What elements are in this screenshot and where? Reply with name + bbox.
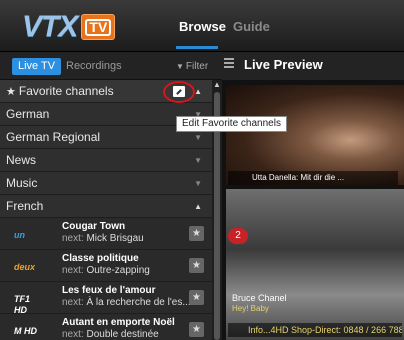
star-icon: ★ (6, 86, 16, 98)
tab-live-tv[interactable]: Live TV (12, 58, 62, 75)
filter-label: Filter (185, 61, 209, 72)
next-title: Outre-zapping (86, 265, 150, 276)
tab-guide[interactable]: Guide (233, 19, 270, 34)
star-favorite-icon[interactable]: ★ (189, 226, 204, 241)
program-title: Autant en emporte Noël (62, 317, 175, 328)
category-label: Music (6, 176, 38, 190)
star-favorite-icon[interactable]: ★ (189, 322, 204, 337)
next-title: Mick Brisgau (86, 233, 144, 244)
video-1-caption: Utta Danella: Mit dir die ... (228, 171, 398, 185)
favorites-label: Favorite channels (18, 84, 114, 98)
preview-header: Live Preview (222, 52, 404, 80)
next-program: next: Mick Brisgau (62, 233, 144, 244)
filter-button[interactable]: ▼ Filter (176, 61, 208, 72)
channel-number-badge: 2 (228, 228, 248, 244)
star-favorite-icon[interactable]: ★ (189, 290, 204, 305)
preview-title: Live Preview (244, 57, 323, 72)
category-french[interactable]: French ▲ (0, 195, 212, 218)
channel-item[interactable]: M HD Autant en emporte Noël next: Double… (0, 314, 212, 340)
next-title: Double destinée (86, 329, 159, 340)
next-prefix: next: (62, 329, 84, 340)
category-label: German Regional (6, 130, 101, 144)
star-favorite-icon[interactable]: ★ (189, 258, 204, 273)
channel-logo: TF1 HD (14, 294, 31, 315)
channel-logo: M HD (14, 326, 37, 336)
active-tab-indicator (176, 46, 218, 49)
next-prefix: next: (62, 297, 84, 308)
channel-item[interactable]: un Cougar Town next: Mick Brisgau ★ (0, 218, 212, 250)
channel-item[interactable]: TF1 HD Les feux de l'amour next: À la re… (0, 282, 212, 315)
category-label: News (6, 153, 37, 167)
channel-item[interactable]: deux Classe politique next: Outre-zappin… (0, 250, 212, 282)
tab-browse[interactable]: Browse (179, 19, 226, 34)
channel-panel: Live TV Recordings ▼ Filter ★ Favorite cha… (0, 52, 222, 340)
chevron-down-icon: ▼ (194, 179, 202, 188)
video-2-info-ticker: Info...4HD Shop-Direct: 0848 / 266 788 (228, 323, 402, 337)
preview-video-1[interactable] (226, 85, 404, 185)
favorites-row[interactable]: ★ Favorite channels ▲ (0, 80, 212, 103)
next-prefix: next: (62, 265, 84, 276)
channel-logo: deux (14, 262, 36, 272)
highlight-circle (163, 81, 195, 103)
edit-favorites-tooltip: Edit Favorite channels (176, 116, 287, 132)
tab-recordings[interactable]: Recordings (66, 60, 122, 72)
tv-badge-label: TV (85, 18, 112, 36)
logo-text: VTX (22, 10, 78, 43)
program-title: Les feux de l'amour (62, 285, 156, 296)
video-2-title: Bruce Chanel (232, 293, 287, 303)
next-program: next: Double destinée (62, 329, 159, 340)
video-2-subtitle: Hey! Baby (232, 304, 269, 313)
chevron-down-icon: ▼ (194, 156, 202, 165)
category-news[interactable]: News ▼ (0, 149, 212, 172)
filter-icon: ▼ (176, 62, 184, 71)
next-program: next: Outre-zapping (62, 265, 150, 276)
next-prefix: next: (62, 233, 84, 244)
scroll-up-icon[interactable]: ▲ (213, 80, 221, 89)
preview-video-2[interactable] (226, 189, 404, 340)
top-bar: VTX TV Browse Guide (0, 0, 404, 52)
category-label: German (6, 107, 50, 121)
program-title: Cougar Town (62, 221, 126, 232)
tv-badge-icon: TV (81, 14, 116, 40)
program-title: Classe politique (62, 253, 139, 264)
channel-logo: un (14, 230, 25, 240)
next-program: next: À la recherche de l'es... (62, 297, 191, 308)
next-title: À la recherche de l'es... (86, 297, 191, 308)
vtx-logo: VTX TV (22, 10, 116, 43)
category-label: French (6, 199, 44, 213)
category-music[interactable]: Music ▼ (0, 172, 212, 195)
channel-subbar: Live TV Recordings ▼ Filter (0, 52, 222, 80)
chevron-up-icon: ▲ (194, 202, 202, 211)
menu-icon[interactable] (224, 58, 234, 68)
preview-panel: Live Preview Utta Danella: Mit dir die .… (222, 52, 404, 340)
chevron-up-icon[interactable]: ▲ (194, 80, 202, 103)
